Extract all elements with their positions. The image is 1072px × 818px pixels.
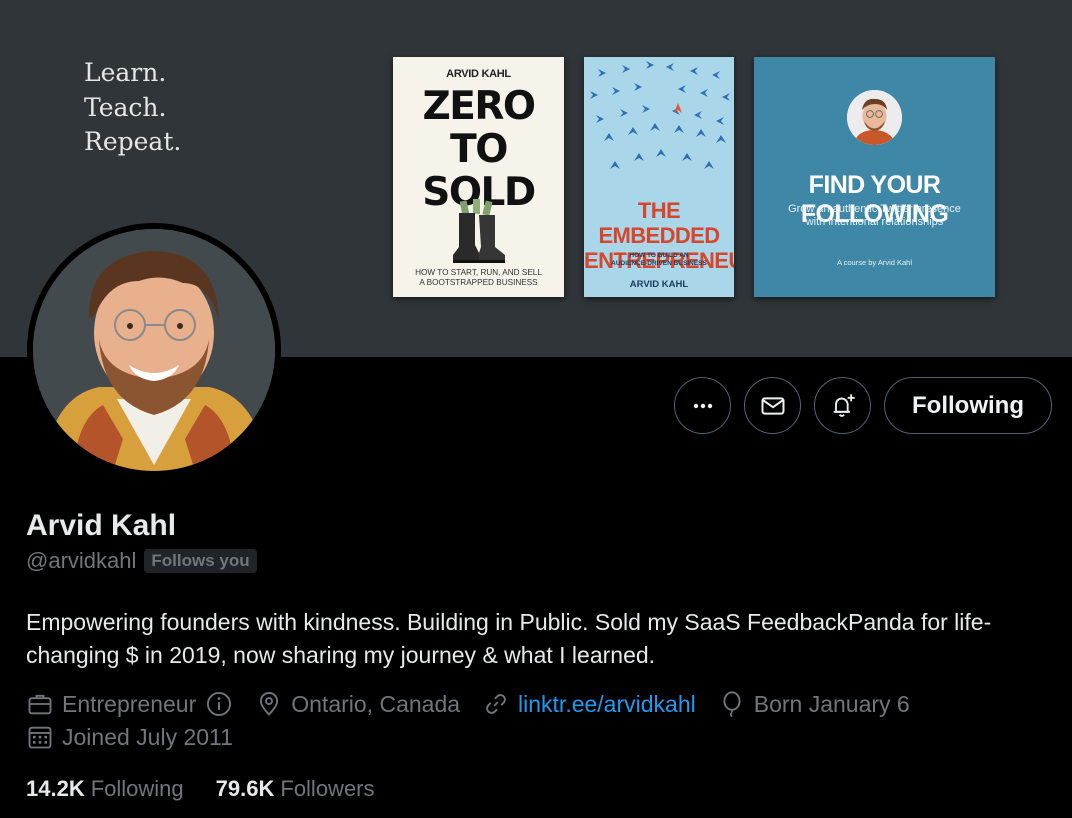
follow-stats: 14.2K Following 79.6K Followers bbox=[26, 776, 407, 802]
boots-illustration-icon bbox=[453, 199, 505, 263]
joined-text: Joined July 2011 bbox=[62, 723, 233, 750]
birthday-item: Born January 6 bbox=[718, 690, 910, 718]
banner-tagline: Learn. Teach. Repeat. bbox=[84, 56, 181, 160]
message-button[interactable] bbox=[744, 377, 801, 434]
location-item: Ontario, Canada bbox=[255, 690, 460, 718]
followers-stat-link[interactable]: 79.6K Followers bbox=[216, 776, 375, 802]
profile-meta-row-2: Joined July 2011 bbox=[26, 723, 255, 751]
briefcase-icon bbox=[28, 694, 52, 715]
follows-you-badge: Follows you bbox=[144, 549, 257, 573]
profile-bio: Empowering founders with kindness. Build… bbox=[26, 609, 992, 668]
more-options-button[interactable] bbox=[674, 377, 731, 434]
calendar-icon bbox=[28, 726, 52, 749]
book-cover-zero-to-sold: ARVID KAHL ZERO TO SOLD HOW TO START, RU… bbox=[393, 57, 564, 297]
notifications-button[interactable] bbox=[814, 377, 871, 434]
tagline-line-2: Teach. bbox=[84, 92, 167, 122]
envelope-icon bbox=[761, 396, 784, 415]
tagline-line-1: Learn. bbox=[84, 58, 167, 87]
course-author-photo bbox=[847, 90, 902, 145]
book1-author: ARVID KAHL bbox=[446, 68, 511, 80]
course-subtitle: Grow an authentic Twitter presence with … bbox=[788, 203, 961, 228]
book2-subtitle: HOW TO BUILD AN AUDIENCE-DRIVEN BUSINESS bbox=[611, 252, 707, 267]
display-name: Arvid Kahl bbox=[26, 509, 177, 542]
following-stat-link[interactable]: 14.2K Following bbox=[26, 776, 184, 802]
joined-item: Joined July 2011 bbox=[26, 723, 233, 751]
location-text: Ontario, Canada bbox=[291, 690, 461, 717]
course-cover-find-your-following: FIND YOUR FOLLOWING Grow an authentic Tw… bbox=[754, 57, 995, 297]
category-text: Entrepreneur bbox=[62, 690, 197, 717]
book1-title: ZERO TO SOLD bbox=[422, 84, 536, 215]
following-count: 14.2K bbox=[26, 776, 85, 801]
following-label: Following bbox=[90, 776, 184, 801]
tagline-line-3: Repeat. bbox=[84, 127, 182, 156]
profile-meta-row: Entrepreneur Ontario, Canada linktr.ee/a… bbox=[26, 690, 932, 718]
handle-row: @arvidkahl Follows you bbox=[26, 548, 257, 574]
more-horizontal-icon bbox=[693, 403, 712, 408]
birthday-text: Born January 6 bbox=[753, 690, 910, 717]
birds-flock-illustration-icon bbox=[590, 61, 730, 169]
course-credit: A course by Arvid Kahl bbox=[836, 258, 913, 267]
website-item: linktr.ee/arvidkahl bbox=[482, 690, 696, 718]
book1-subtitle: HOW TO START, RUN, AND SELL A BOOTSTRAPP… bbox=[415, 268, 542, 287]
balloon-icon bbox=[723, 691, 741, 718]
portrait-icon bbox=[847, 90, 902, 145]
category-item: Entrepreneur bbox=[26, 690, 233, 718]
info-icon[interactable] bbox=[205, 690, 233, 718]
book2-author: ARVID KAHL bbox=[629, 279, 689, 290]
followers-label: Followers bbox=[280, 776, 375, 801]
following-button[interactable]: Following bbox=[884, 377, 1052, 434]
avatar-portrait-icon bbox=[33, 229, 275, 471]
followers-count: 79.6K bbox=[215, 776, 275, 801]
username-handle: @arvidkahl bbox=[26, 548, 137, 573]
bell-plus-icon bbox=[833, 393, 855, 417]
link-icon bbox=[486, 694, 506, 714]
book-cover-embedded-entrepreneur: THE EMBEDDED ENTREPRENEUR HOW TO BUILD A… bbox=[584, 57, 734, 297]
website-link[interactable]: linktr.ee/arvidkahl bbox=[518, 691, 696, 718]
location-pin-icon bbox=[260, 692, 279, 716]
profile-avatar[interactable] bbox=[27, 223, 281, 477]
